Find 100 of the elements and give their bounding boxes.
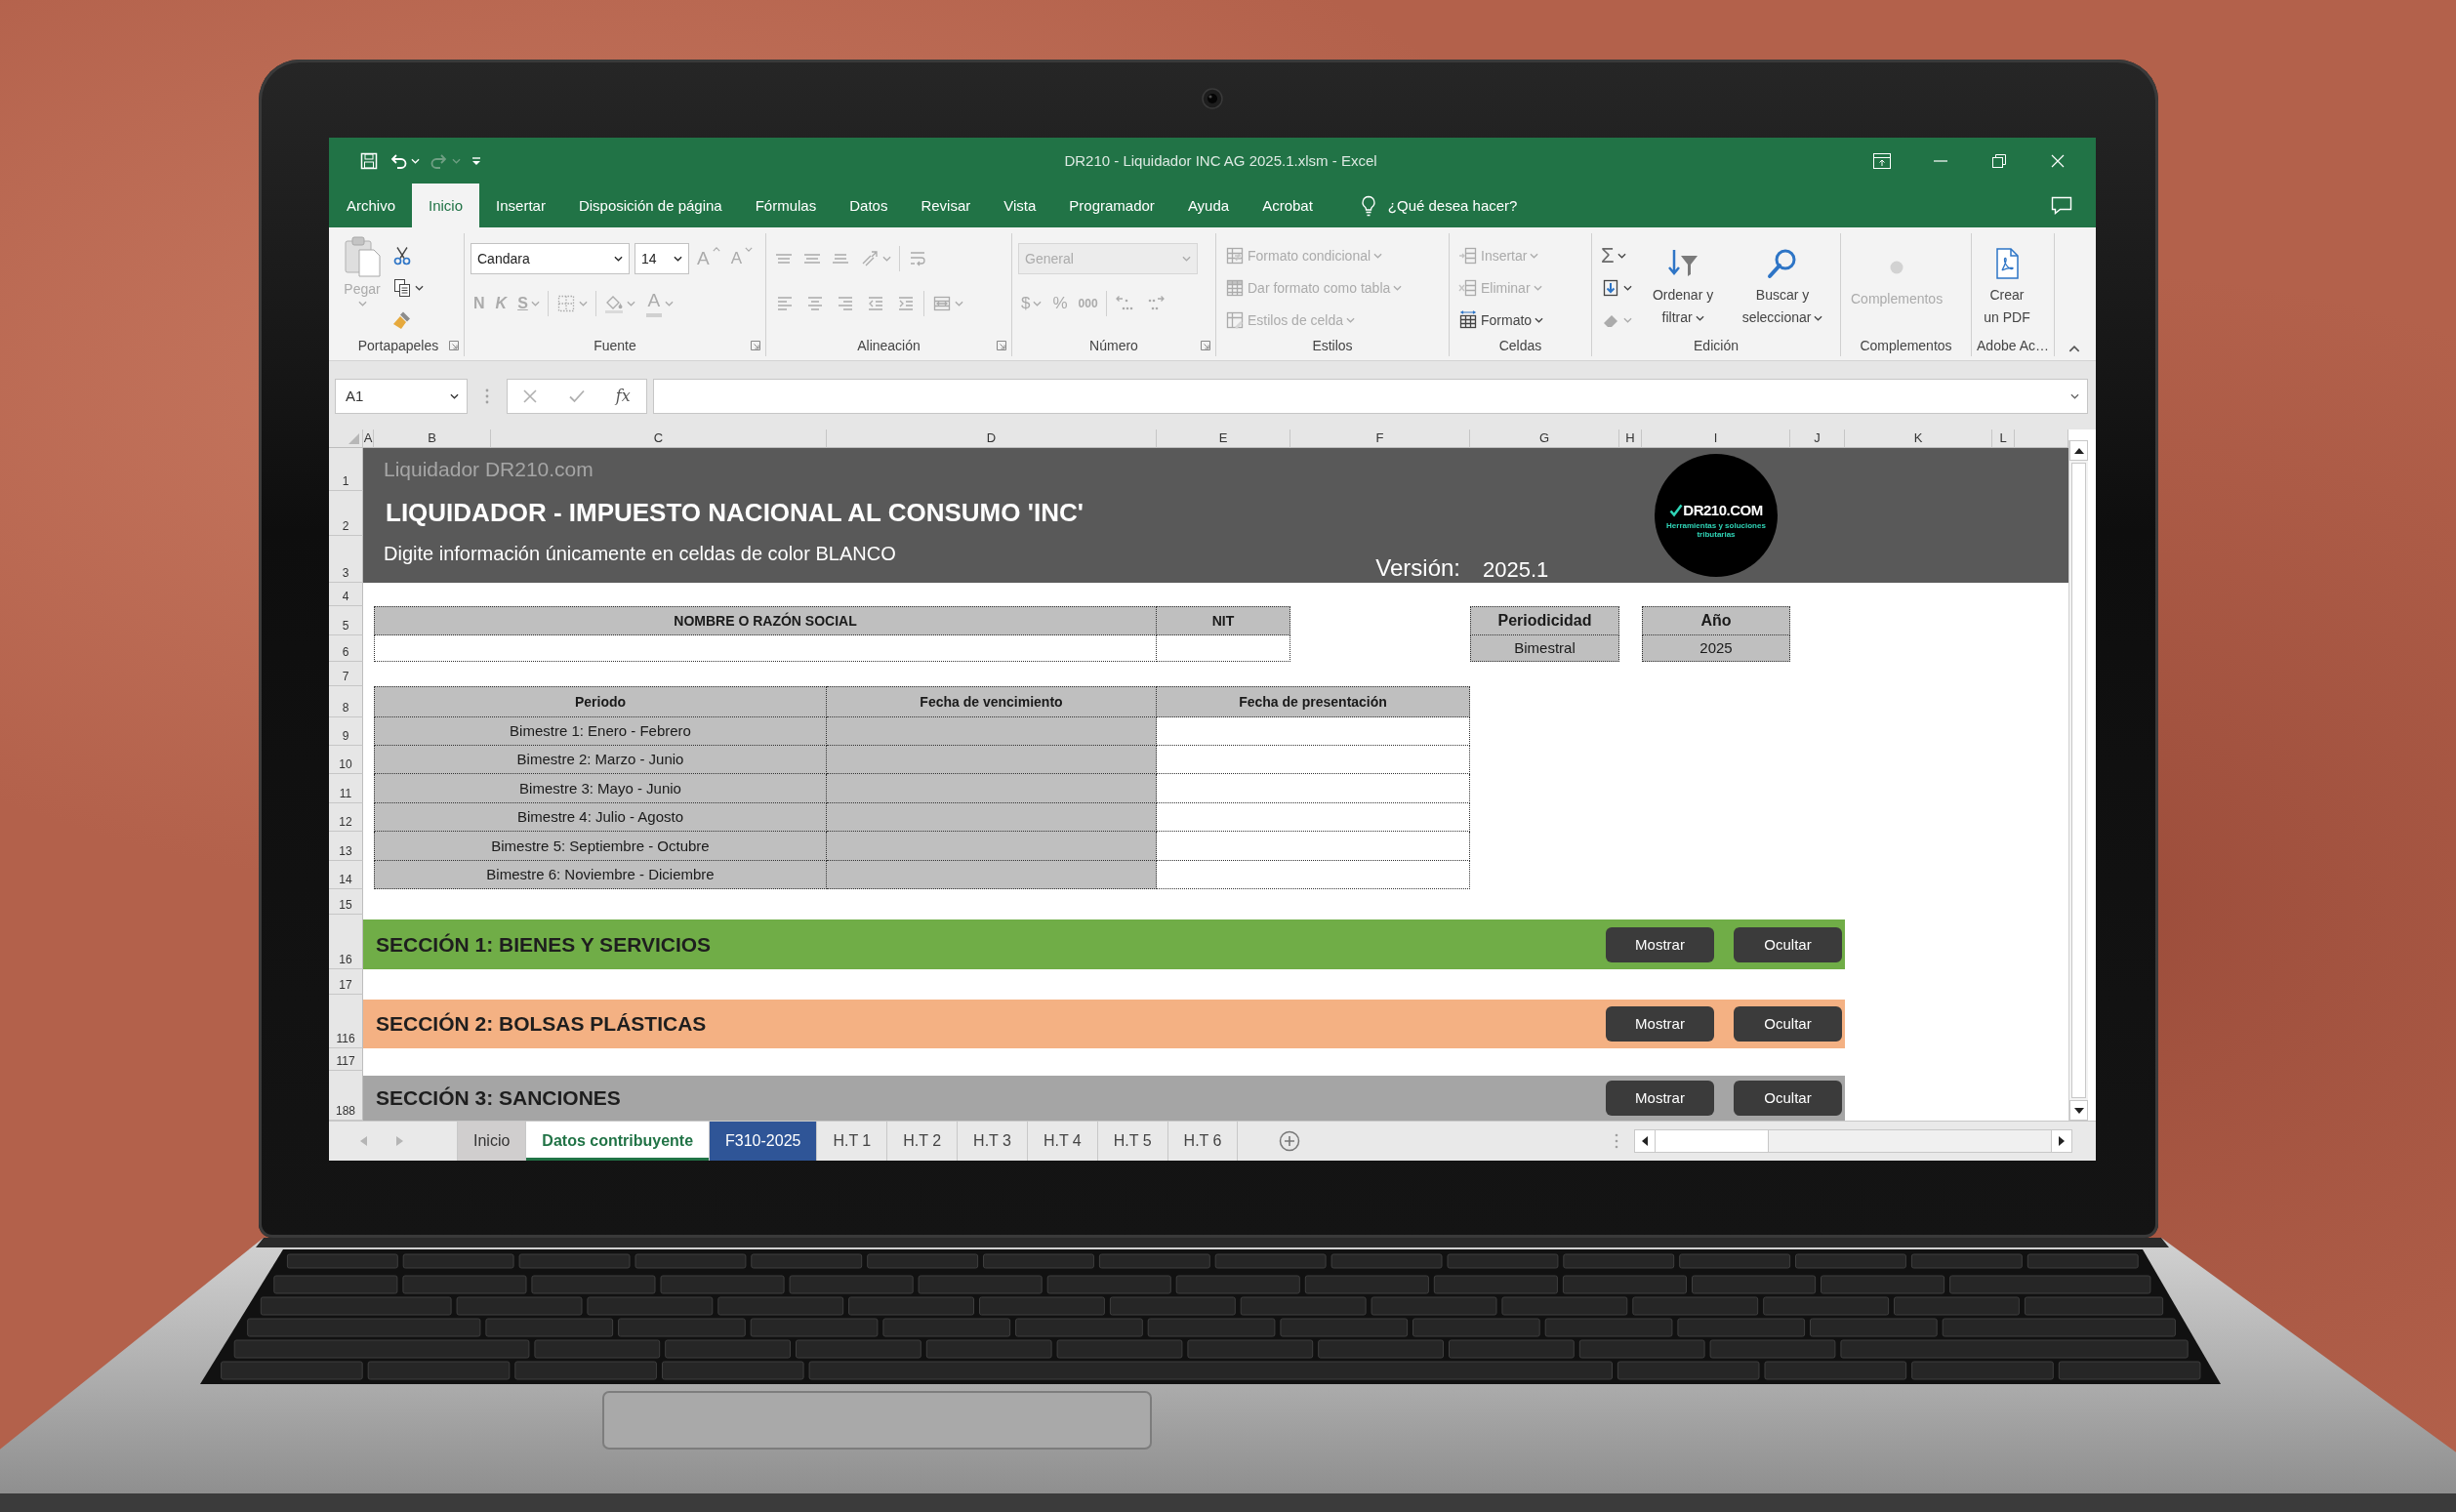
sheet-tab[interactable]: Inicio xyxy=(458,1122,527,1161)
row-header[interactable]: 1 xyxy=(329,448,363,491)
date-input-field[interactable] xyxy=(1157,803,1470,832)
row-header[interactable]: 4 xyxy=(329,583,363,606)
date-input-field[interactable] xyxy=(1157,832,1470,861)
ribbon-tab[interactable]: Datos xyxy=(833,184,905,227)
date-input-field[interactable] xyxy=(1157,774,1470,803)
scroll-right-button[interactable] xyxy=(2051,1130,2071,1152)
column-header[interactable]: J xyxy=(1790,429,1845,448)
sheet-tab[interactable]: H.T 6 xyxy=(1167,1122,1239,1161)
angled-lines-icon xyxy=(860,249,880,268)
column-header[interactable]: B xyxy=(374,429,491,448)
row-header[interactable]: 3 xyxy=(329,536,363,583)
column-header[interactable]: K xyxy=(1845,429,1992,448)
sheet-tab[interactable]: H.T 1 xyxy=(817,1122,888,1161)
row-header[interactable]: 2 xyxy=(329,491,363,536)
formula-input[interactable] xyxy=(653,379,2088,414)
column-header[interactable]: I xyxy=(1642,429,1790,448)
sheet-tab[interactable]: H.T 4 xyxy=(1027,1122,1098,1161)
ribbon-tab[interactable]: Revisar xyxy=(904,184,988,227)
ribbon-tab[interactable]: Inicio xyxy=(412,184,480,227)
table-cell: Bimestre 6: Noviembre - Diciembre xyxy=(374,861,827,889)
collapse-ribbon-button[interactable] xyxy=(2067,344,2082,354)
banner-subtitle: Digite información únicamente en celdas de color BLANCO xyxy=(384,542,896,565)
scroll-left-button[interactable] xyxy=(1635,1130,1656,1152)
row-header[interactable]: 14 xyxy=(329,861,363,889)
ribbon-tab[interactable]: Insertar xyxy=(479,184,562,227)
window-title: DR210 - Liquidador INC AG 2025.1.xlsm - Excel xyxy=(1064,151,1377,170)
vertical-dots-icon xyxy=(485,388,489,404)
row-header[interactable]: 7 xyxy=(329,662,363,686)
column-header[interactable]: H xyxy=(1619,429,1642,448)
tell-me-button[interactable]: ¿Qué desea hacer? xyxy=(1356,184,1522,227)
row-header[interactable]: 11 xyxy=(329,774,363,803)
show-button[interactable]: Mostrar xyxy=(1606,1006,1714,1042)
column-header[interactable]: C xyxy=(491,429,827,448)
font-size-combo[interactable]: 14 xyxy=(634,243,689,274)
insert-function-button[interactable]: fx xyxy=(611,387,634,406)
column-header[interactable]: G xyxy=(1470,429,1619,448)
date-input-field[interactable] xyxy=(1157,861,1470,889)
column-header[interactable]: E xyxy=(1157,429,1290,448)
row-header[interactable]: 10 xyxy=(329,746,363,774)
column-header[interactable]: D xyxy=(827,429,1157,448)
scroll-down-button[interactable] xyxy=(2069,1100,2088,1121)
dialog-launcher-icon[interactable] xyxy=(1201,341,1210,350)
ribbon-tab[interactable]: Programador xyxy=(1052,184,1171,227)
select-all-corner[interactable] xyxy=(329,429,363,448)
hide-button[interactable]: Ocultar xyxy=(1734,1006,1842,1042)
row-header[interactable]: 6 xyxy=(329,635,363,662)
dialog-launcher-icon[interactable] xyxy=(449,341,459,350)
find-select-button[interactable]: Buscar y seleccionar xyxy=(1731,233,1834,329)
row-header[interactable]: 13 xyxy=(329,832,363,861)
ribbon-tab[interactable]: Archivo xyxy=(330,184,413,227)
column-header[interactable]: F xyxy=(1290,429,1470,448)
format-cells-button[interactable]: Formato xyxy=(1455,306,1547,335)
table-header-cell: Fecha de vencimiento xyxy=(827,686,1157,717)
sheet-tab[interactable]: H.T 5 xyxy=(1097,1122,1168,1161)
ribbon-tab[interactable]: Acrobat xyxy=(1246,184,1330,227)
color-bar-icon xyxy=(645,312,662,317)
sheet-tab[interactable]: F310-2025 xyxy=(710,1122,818,1161)
row-header[interactable]: 188 xyxy=(329,1071,363,1121)
group-label: Número xyxy=(1089,337,1138,354)
hide-button[interactable]: Ocultar xyxy=(1734,926,1842,962)
sheet-tab[interactable]: H.T 3 xyxy=(958,1122,1028,1161)
row-header[interactable]: 12 xyxy=(329,803,363,832)
logo-tagline: Herramientas y soluciones tributarias xyxy=(1665,521,1767,540)
scrollbar-thumb[interactable] xyxy=(1656,1130,1769,1152)
hide-button[interactable]: Ocultar xyxy=(1734,1081,1842,1116)
nit-input-field[interactable] xyxy=(1157,635,1290,662)
name-box[interactable]: A1 xyxy=(335,379,468,414)
row-header[interactable]: 5 xyxy=(329,606,363,635)
dialog-launcher-icon[interactable] xyxy=(997,341,1006,350)
row-header[interactable]: 17 xyxy=(329,969,363,995)
dialog-launcher-icon[interactable] xyxy=(751,341,760,350)
section-title: SECCIÓN 3: SANCIONES xyxy=(376,1085,621,1111)
sheet-tab[interactable]: H.T 2 xyxy=(887,1122,959,1161)
name-input-field[interactable] xyxy=(374,635,1157,662)
column-header[interactable]: L xyxy=(1992,429,2015,448)
splitter-handle-icon[interactable] xyxy=(1615,1133,1618,1149)
show-button[interactable]: Mostrar xyxy=(1606,1081,1714,1116)
row-header[interactable]: 9 xyxy=(329,717,363,746)
font-name-combo[interactable]: Candara xyxy=(471,243,630,274)
row-header[interactable]: 117 xyxy=(329,1048,363,1071)
row-header[interactable]: 16 xyxy=(329,915,363,969)
create-pdf-button[interactable]: Crear un PDF xyxy=(1978,233,2036,329)
row-header[interactable]: 15 xyxy=(329,889,363,915)
ribbon-tab[interactable]: Fórmulas xyxy=(738,184,834,227)
ribbon-tab[interactable]: Ayuda xyxy=(1170,184,1247,227)
sort-filter-button[interactable]: Ordenar y filtrar xyxy=(1639,233,1728,329)
date-input-field[interactable] xyxy=(1157,746,1470,774)
row-header[interactable]: 116 xyxy=(329,995,363,1048)
ribbon-tab[interactable]: Disposición de página xyxy=(561,184,739,227)
date-input-field[interactable] xyxy=(1157,717,1470,746)
scrollbar-thumb[interactable] xyxy=(2071,463,2086,1098)
show-button[interactable]: Mostrar xyxy=(1606,926,1714,962)
row-header[interactable]: 8 xyxy=(329,686,363,717)
brush-icon xyxy=(392,310,412,330)
sheet-tab[interactable]: Datos contribuyente xyxy=(526,1122,711,1161)
autosum-button[interactable]: Σ xyxy=(1598,241,1635,270)
ribbon-tab[interactable]: Vista xyxy=(987,184,1053,227)
scroll-up-button[interactable] xyxy=(2069,440,2088,461)
